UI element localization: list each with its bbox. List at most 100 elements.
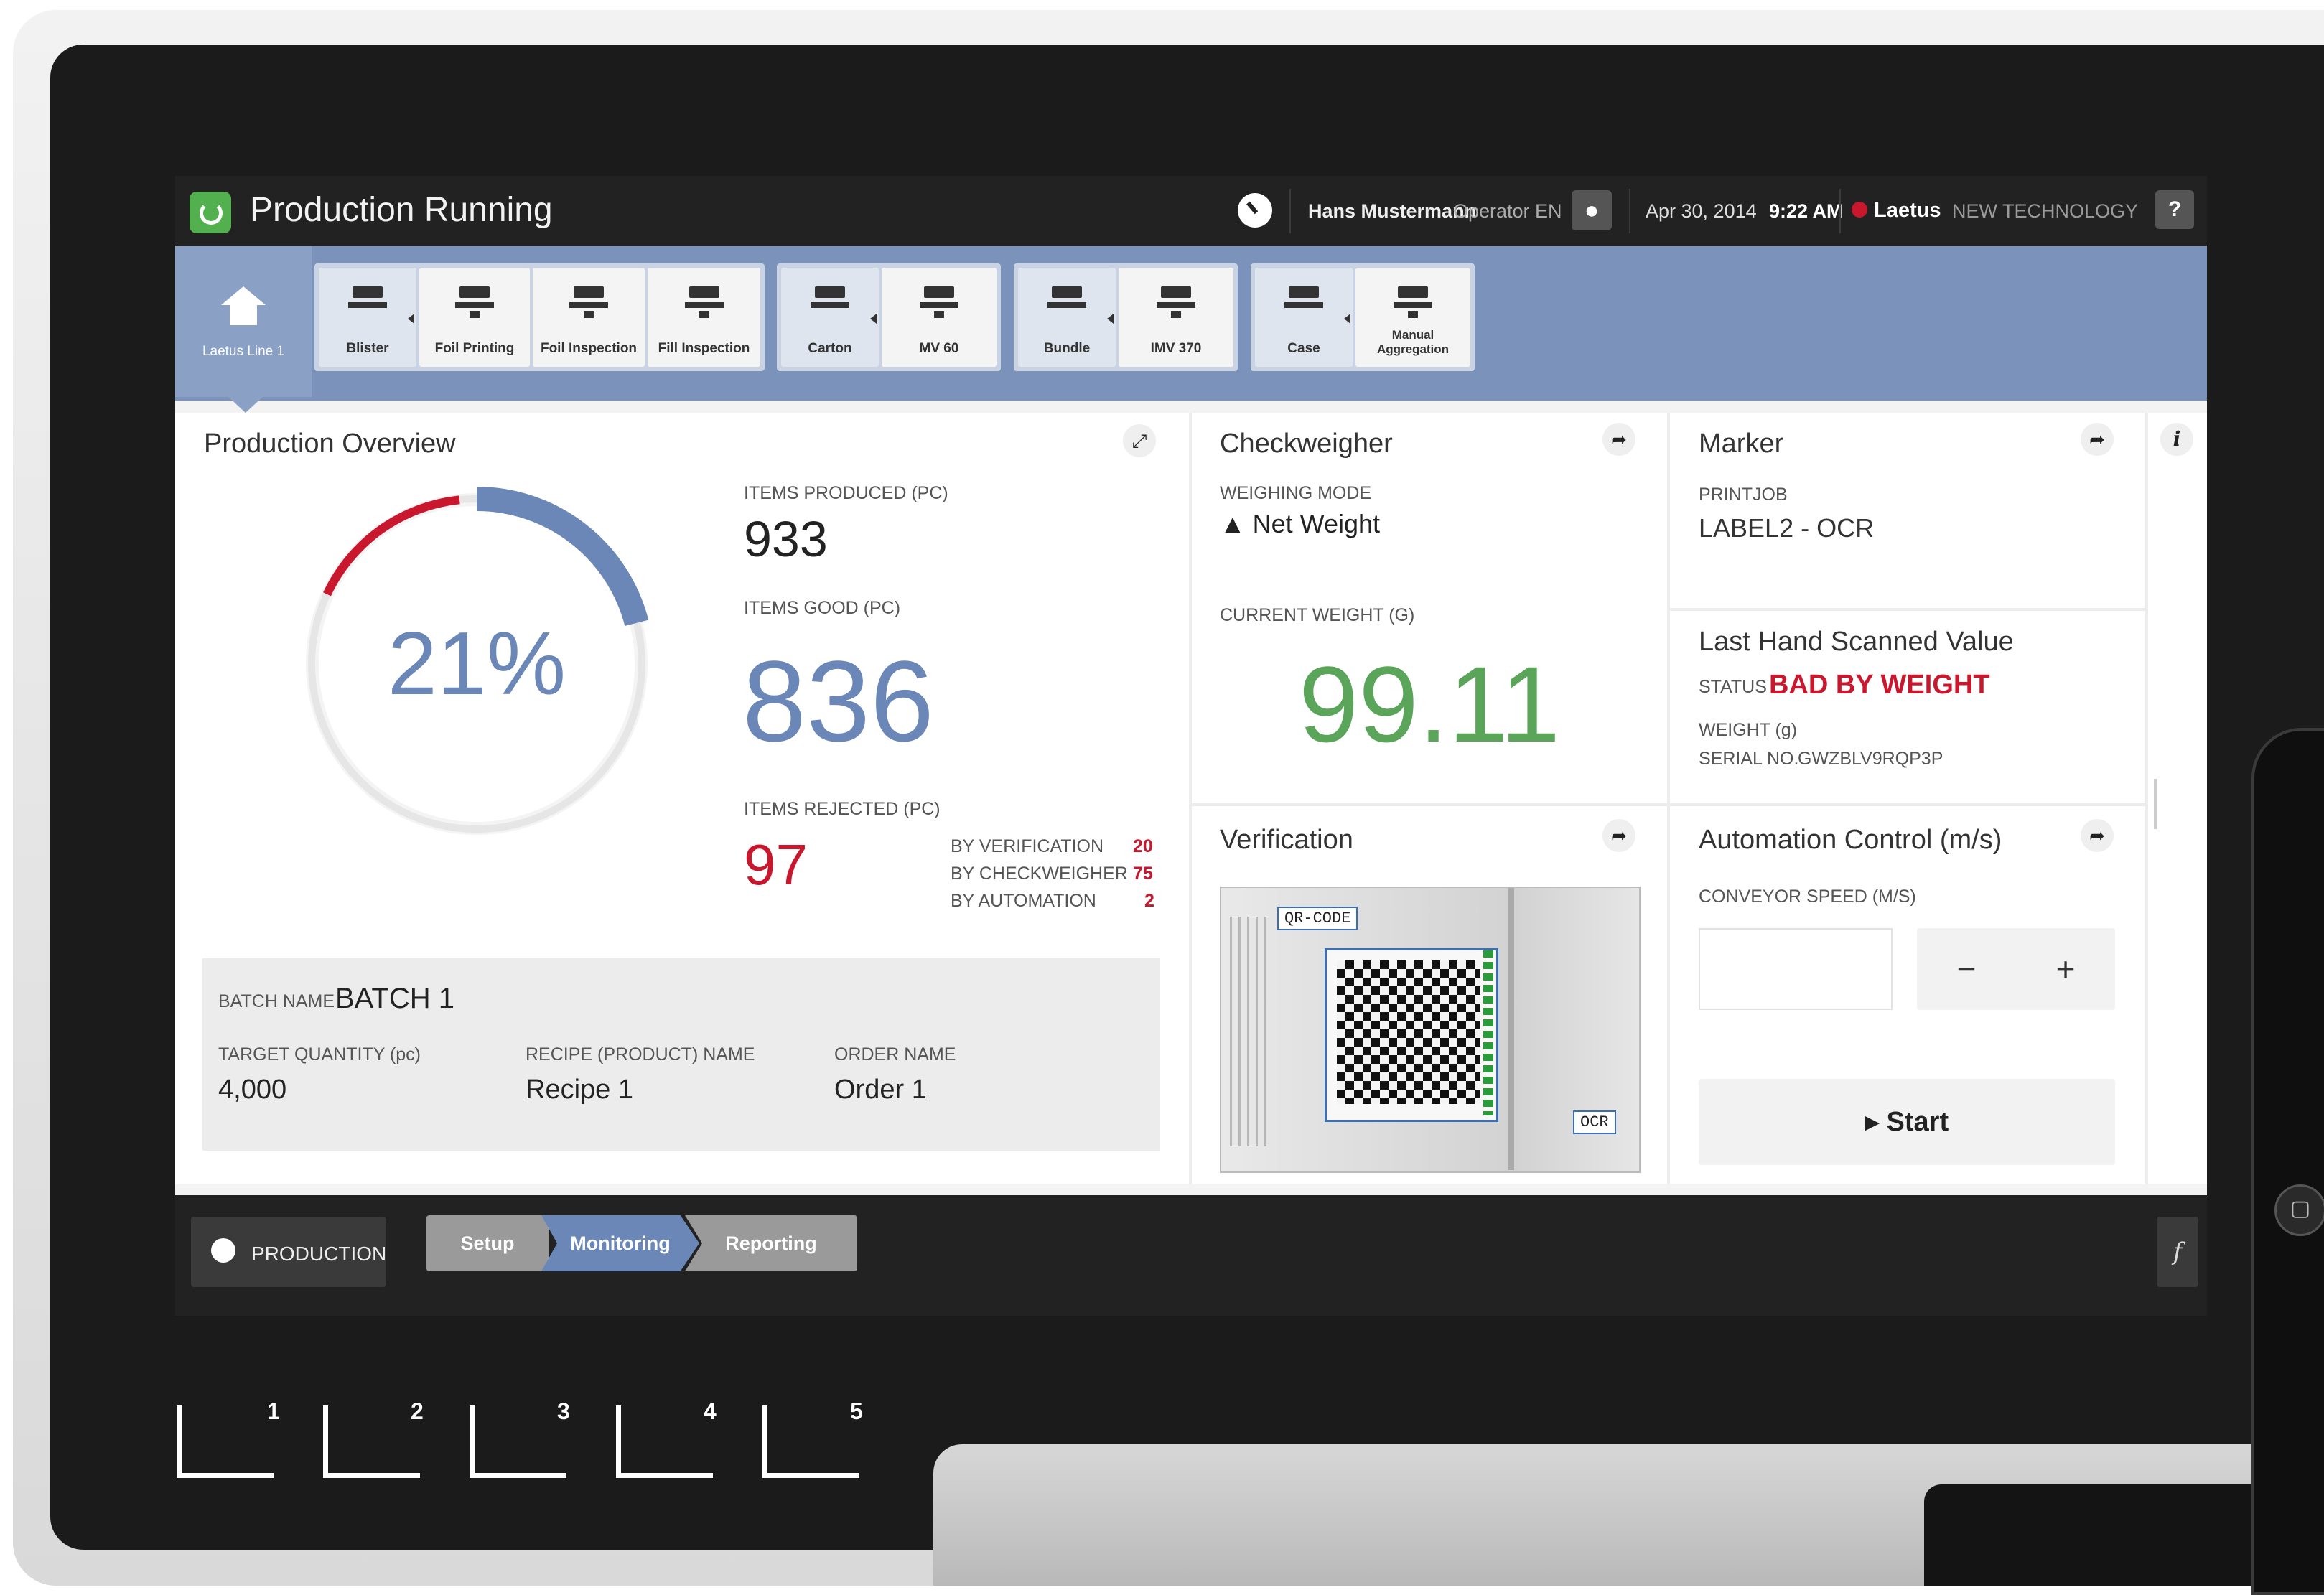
station-foil-printing[interactable]: Foil Printing [419, 268, 530, 367]
station-group: Blister Foil Printing Foil Inspection Fi… [314, 263, 765, 371]
production-mode-button[interactable]: PRODUCTION [191, 1217, 386, 1287]
verification-image: QR-CODE OCR [1220, 887, 1641, 1173]
slot-key-1[interactable] [177, 1405, 274, 1478]
production-mode-label: PRODUCTION [251, 1243, 387, 1265]
divider [2145, 413, 2148, 1184]
expand-icon[interactable]: ⤢ [1123, 424, 1156, 457]
operator-icon [1394, 286, 1432, 318]
items-good-label: ITEMS GOOD (pc) [744, 598, 901, 618]
batch-info: BATCH NAME BATCH 1 TARGET QUANTITY (pc) … [202, 958, 1160, 1151]
carton-icon [811, 286, 849, 318]
station-label: Manual Aggregation [1376, 328, 1450, 356]
brand-logo-icon [1852, 202, 1867, 218]
station-label: Case [1287, 341, 1320, 356]
active-pointer [227, 396, 264, 413]
production-status: Production Running [250, 191, 553, 229]
share-icon[interactable]: ➦ [1602, 819, 1635, 852]
station-blister[interactable]: Blister [319, 268, 416, 367]
increase-button[interactable]: + [2016, 928, 2115, 1010]
divider [1189, 413, 1192, 1184]
ocr-text-strip [1483, 950, 1493, 1115]
target-quantity-label: TARGET QUANTITY (pc) [218, 1044, 421, 1065]
step-monitoring[interactable]: Monitoring [541, 1215, 699, 1271]
package-text-lines [1230, 917, 1273, 1146]
slot-key-4[interactable] [616, 1405, 713, 1478]
home-button[interactable]: Laetus Line 1 [175, 246, 312, 397]
current-weight: 99.11 [1298, 644, 1561, 764]
conveyor-speed-input[interactable] [1699, 928, 1893, 1010]
workflow-steps: Setup Monitoring Reporting [426, 1215, 864, 1271]
items-rejected-label: ITEMS REJECTED (pc) [744, 799, 941, 819]
overview-title: Production Overview [204, 429, 456, 459]
slot-key-2[interactable] [323, 1405, 420, 1478]
scan-weight-label: WEIGHT (g) [1699, 720, 1798, 740]
scrollbar[interactable] [2154, 779, 2157, 829]
station-label: Blister [346, 341, 389, 356]
target-quantity: 4,000 [218, 1075, 287, 1105]
bundle-icon [1047, 286, 1086, 318]
station-label: Fill Inspection [658, 341, 750, 356]
current-weight-label: CURRENT WEIGHT (G) [1220, 605, 1415, 625]
station-foil-inspection[interactable]: Foil Inspection [533, 268, 645, 367]
serial-label: SERIAL NO. [1699, 749, 1799, 769]
brand-name: Laetus [1874, 199, 1941, 222]
batch-name-label: BATCH NAME [218, 991, 335, 1011]
function-icon[interactable]: f [2157, 1217, 2198, 1287]
station-label: MV 60 [919, 341, 959, 356]
order-label: ORDER NAME [834, 1044, 956, 1065]
step-setup[interactable]: Setup [426, 1215, 549, 1271]
qr-code [1337, 960, 1480, 1104]
station-fill-inspection[interactable]: Fill Inspection [648, 268, 760, 367]
start-label: Start [1886, 1107, 1949, 1137]
batch-name: BATCH 1 [335, 983, 454, 1014]
top-bar: Production Running Hans Mustermann Opera… [175, 176, 2207, 246]
start-button[interactable]: ▸ Start [1699, 1079, 2115, 1165]
share-icon[interactable]: ➦ [2081, 423, 2114, 456]
rejection-value: 75 [1133, 864, 1153, 884]
divider [1667, 413, 1670, 1184]
rejection-label: BY AUTOMATION [951, 891, 1096, 911]
station-carton[interactable]: Carton [781, 268, 879, 367]
user-icon[interactable]: ● [1572, 190, 1612, 230]
running-status-icon [190, 192, 231, 233]
rejection-value: 20 [1133, 836, 1153, 856]
station-imv370[interactable]: IMV 370 [1119, 268, 1233, 367]
qr-code-region [1325, 948, 1498, 1122]
weighing-mode: ▲ Net Weight [1220, 509, 1380, 539]
user-role: Operator EN [1453, 200, 1562, 222]
speed-stepper: − + [1917, 928, 2115, 1010]
printjob-value: LABEL2 - OCR [1699, 513, 1875, 543]
station-group: Case Manual Aggregation [1251, 263, 1475, 371]
share-icon[interactable]: ➦ [2081, 819, 2114, 852]
checkweigher-title: Checkweigher [1220, 429, 1393, 459]
items-good: 836 [742, 637, 934, 765]
printjob-label: PRINTJOB [1699, 485, 1788, 505]
slot-number: 2 [411, 1398, 424, 1424]
package-fold [1508, 888, 1514, 1170]
clock-icon[interactable] [1238, 193, 1272, 228]
marker-title: Marker [1699, 429, 1784, 459]
user-name: Hans Mustermann [1308, 200, 1477, 222]
step-reporting[interactable]: Reporting [685, 1215, 857, 1271]
slot-key-3[interactable] [470, 1405, 566, 1478]
camera-icon [1157, 286, 1195, 318]
station-mv60[interactable]: MV 60 [882, 268, 997, 367]
slot-number: 1 [267, 1398, 280, 1424]
station-label: Carton [808, 341, 852, 356]
station-label: IMV 370 [1150, 341, 1202, 356]
square-icon[interactable]: ▢ [2274, 1184, 2324, 1236]
help-button[interactable]: ? [2155, 190, 2194, 229]
automation-title: Automation Control (m/s) [1699, 825, 2002, 855]
slot-key-5[interactable] [762, 1405, 859, 1478]
share-icon[interactable]: ➦ [1602, 423, 1635, 456]
divider [1670, 608, 2145, 611]
decrease-button[interactable]: − [1917, 928, 2016, 1010]
verification-title: Verification [1220, 825, 1353, 855]
rejection-label: BY CHECKWEIGHER [951, 864, 1128, 884]
station-bundle[interactable]: Bundle [1018, 268, 1116, 367]
info-icon[interactable]: i [2160, 423, 2193, 456]
flow-arrow-icon [1107, 314, 1114, 324]
recipe-name: Recipe 1 [526, 1075, 633, 1105]
station-case[interactable]: Case [1255, 268, 1353, 367]
station-manual-aggregation[interactable]: Manual Aggregation [1355, 268, 1470, 367]
